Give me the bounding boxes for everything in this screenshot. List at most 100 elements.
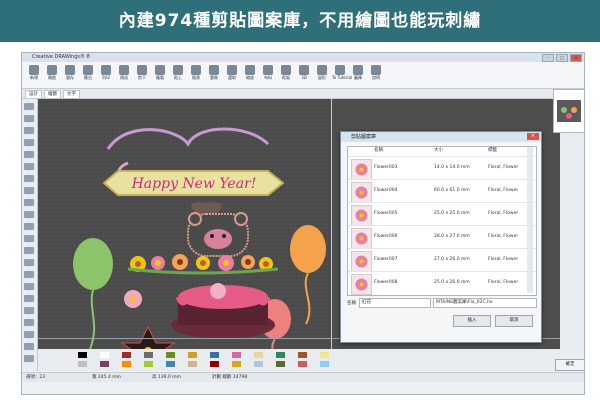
clipart-row[interactable]: Flower003 14.0 x 14.0 mm Floral, Flower [348,156,536,180]
thread-color-swatch[interactable] [188,352,197,358]
title-bar: Creative DRAWings® 8 – □ × [22,53,584,62]
ribbon-button-send[interactable]: 傳送 [116,64,132,86]
ribbon-button-zoom[interactable]: 縮放 [242,64,258,86]
tool-20-icon[interactable] [24,331,34,338]
flower-thumbnail-icon [351,159,372,180]
clipart-row[interactable]: Flower007 27.0 x 26.0 mm Floral, Flower [348,248,536,272]
cell-size: 60.0 x 61.0 mm [434,188,470,193]
close-button[interactable]: × [570,54,582,62]
tab-draw[interactable]: 繪圖 [44,90,61,99]
ribbon-button-redo[interactable]: 重做 [206,64,222,86]
thread-color-swatch[interactable] [320,361,329,367]
ribbon-button-label: 貼上 [174,75,182,80]
cell-tags: Floral, Flower [488,257,519,262]
ribbon-button-cut[interactable]: 剪下 [134,64,150,86]
design-canvas[interactable]: Happy New Year! [38,99,331,371]
tool-10-icon[interactable] [24,211,34,218]
thread-color-swatch[interactable] [210,361,219,367]
clipart-row[interactable]: Flower008 25.0 x 26.0 mm Floral, Flower [348,271,536,295]
column-header-tags[interactable]: 標籤 [488,147,497,155]
thread-color-swatch[interactable] [100,352,109,358]
tool-17-icon[interactable] [24,295,34,302]
tool-15-icon[interactable] [24,271,34,278]
dialog-close-button[interactable]: × [527,133,539,140]
tool-13-icon[interactable] [24,247,34,254]
thread-color-swatch[interactable] [298,361,307,367]
ribbon-button-export[interactable]: 匯出 [80,64,96,86]
tool-6-icon[interactable] [24,163,34,170]
thread-color-swatch[interactable] [298,352,307,358]
ribbon-button-library[interactable]: 圖庫 [350,64,366,86]
tool-21-icon[interactable] [24,343,34,350]
thread-color-swatch[interactable] [78,361,87,367]
ribbon-button-tutor[interactable]: To Tutorial [332,64,352,86]
tool-1-icon[interactable] [24,103,34,110]
ribbon-button-label: 3D [301,75,307,80]
tool-16-icon[interactable] [24,283,34,290]
tool-9-icon[interactable] [24,199,34,206]
thread-color-swatch[interactable] [232,352,241,358]
happy-new-year-text: Happy New Year! [131,176,257,192]
thread-color-swatch[interactable] [144,352,153,358]
thread-color-swatch[interactable] [320,352,329,358]
thread-color-swatch[interactable] [276,361,285,367]
cancel-button[interactable]: 取消 [495,315,533,327]
column-header-size[interactable]: 大小 [434,147,443,155]
tool-11-icon[interactable] [24,223,34,230]
tool-12-icon[interactable] [24,235,34,242]
tab-text[interactable]: 文字 [63,90,80,99]
tool-18-icon[interactable] [24,307,34,314]
thread-color-swatch[interactable] [254,361,263,367]
ribbon-button-undo[interactable]: 復原 [188,64,204,86]
promo-banner: 內建974種剪貼圖案庫，不用繪圖也能玩刺繡 [0,0,600,42]
ribbon-button-new[interactable]: 新增 [26,64,42,86]
thread-color-swatch[interactable] [232,361,241,367]
thread-color-swatch[interactable] [78,352,87,358]
thread-color-swatch[interactable] [122,361,131,367]
tool-22-icon[interactable] [24,355,34,362]
cell-size: 25.0 x 26.0 mm [434,280,470,285]
thread-color-swatch[interactable] [210,352,219,358]
thread-color-swatch[interactable] [166,352,175,358]
thread-color-swatch[interactable] [166,361,175,367]
thread-color-swatch[interactable] [144,361,153,367]
ribbon-button-copy[interactable]: 複製 [152,64,168,86]
ribbon-button-print[interactable]: 列印 [98,64,114,86]
tool-3-icon[interactable] [24,127,34,134]
dialog-scrollbar[interactable] [527,147,533,293]
thread-color-swatch[interactable] [276,352,285,358]
ribbon-button-transform[interactable]: 變形 [314,64,330,86]
thread-color-swatch[interactable] [122,352,131,358]
tab-design[interactable]: 設計 [25,90,42,99]
ok-button[interactable]: 確定 [555,359,584,371]
ribbon-button-select[interactable]: 選取 [224,64,240,86]
tool-5-icon[interactable] [24,151,34,158]
ribbon-button-3d[interactable]: 3D [296,64,312,86]
insert-button[interactable]: 插入 [453,315,491,327]
ribbon-button-open[interactable]: 開啟 [44,64,60,86]
clipart-row[interactable]: Flower006 28.0 x 27.0 mm Floral, Flower [348,225,536,249]
ribbon-button-paste[interactable]: 貼上 [170,64,186,86]
ribbon-button-fabric[interactable]: 布料 [260,64,276,86]
column-header-name[interactable]: 名稱 [374,147,383,155]
overview-thumbnail[interactable] [553,89,584,133]
tool-2-icon[interactable] [24,115,34,122]
ribbon-button-save[interactable]: 儲存 [62,64,78,86]
thread-color-swatch[interactable] [188,361,197,367]
ribbon-button-hoop[interactable]: 框架 [278,64,294,86]
clipart-row[interactable]: Flower005 25.0 x 25.0 mm Floral, Flower [348,202,536,226]
open-icon [47,65,57,75]
thread-color-swatch[interactable] [100,361,109,367]
thread-color-swatch[interactable] [254,352,263,358]
ribbon-button-help[interactable]: 說明 [368,64,384,86]
tool-14-icon[interactable] [24,259,34,266]
tool-19-icon[interactable] [24,319,34,326]
name-field[interactable]: 紅花 [359,298,431,308]
path-field[interactable]: MTAINS圖案庫\Fla_02C.hx [433,298,537,308]
maximize-button[interactable]: □ [556,54,568,62]
tool-7-icon[interactable] [24,175,34,182]
tool-8-icon[interactable] [24,187,34,194]
clipart-row[interactable]: Flower004 60.0 x 61.0 mm Floral, Flower [348,179,536,203]
minimize-button[interactable]: – [542,54,554,62]
tool-4-icon[interactable] [24,139,34,146]
